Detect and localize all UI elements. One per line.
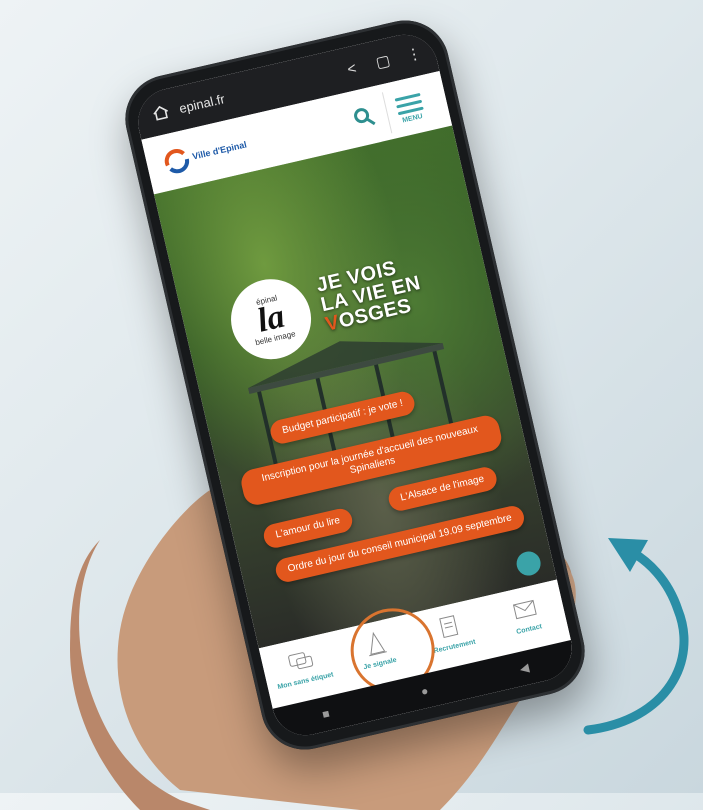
tabs-icon[interactable]: ▢ [370, 48, 396, 74]
logo-text: Ville d'Epinal [191, 139, 248, 162]
home-button-icon[interactable]: ● [420, 684, 430, 699]
site-logo[interactable]: Ville d'Epinal [158, 130, 250, 179]
chat-bubble-icon[interactable] [514, 549, 544, 578]
menu-button[interactable]: MENU [381, 81, 438, 134]
form-icon [439, 615, 459, 638]
share-icon[interactable]: < [339, 55, 365, 81]
back-icon[interactable]: ◀ [518, 660, 530, 676]
mail-icon [512, 599, 537, 620]
tab-item[interactable]: Mon sans étiquet [264, 640, 341, 693]
quicklink-button[interactable]: L'Alsace de l'image [386, 464, 499, 514]
curved-arrow-icon [583, 538, 689, 735]
recents-icon[interactable]: ■ [321, 706, 331, 721]
tab-label: Contact [515, 623, 543, 636]
photo-scene: epinal.fr < ▢ ⋮ Ville d'Epinal MENU épin… [0, 0, 703, 810]
menu-label: MENU [401, 112, 424, 124]
logo-mark-icon [164, 148, 190, 174]
tab-item[interactable]: Contact [487, 588, 564, 641]
more-icon[interactable]: ⋮ [401, 41, 427, 67]
chat-icon [288, 652, 314, 670]
home-icon[interactable] [150, 102, 172, 124]
search-icon[interactable] [350, 103, 379, 132]
quicklink-button[interactable]: L'amour du lire [261, 506, 355, 551]
